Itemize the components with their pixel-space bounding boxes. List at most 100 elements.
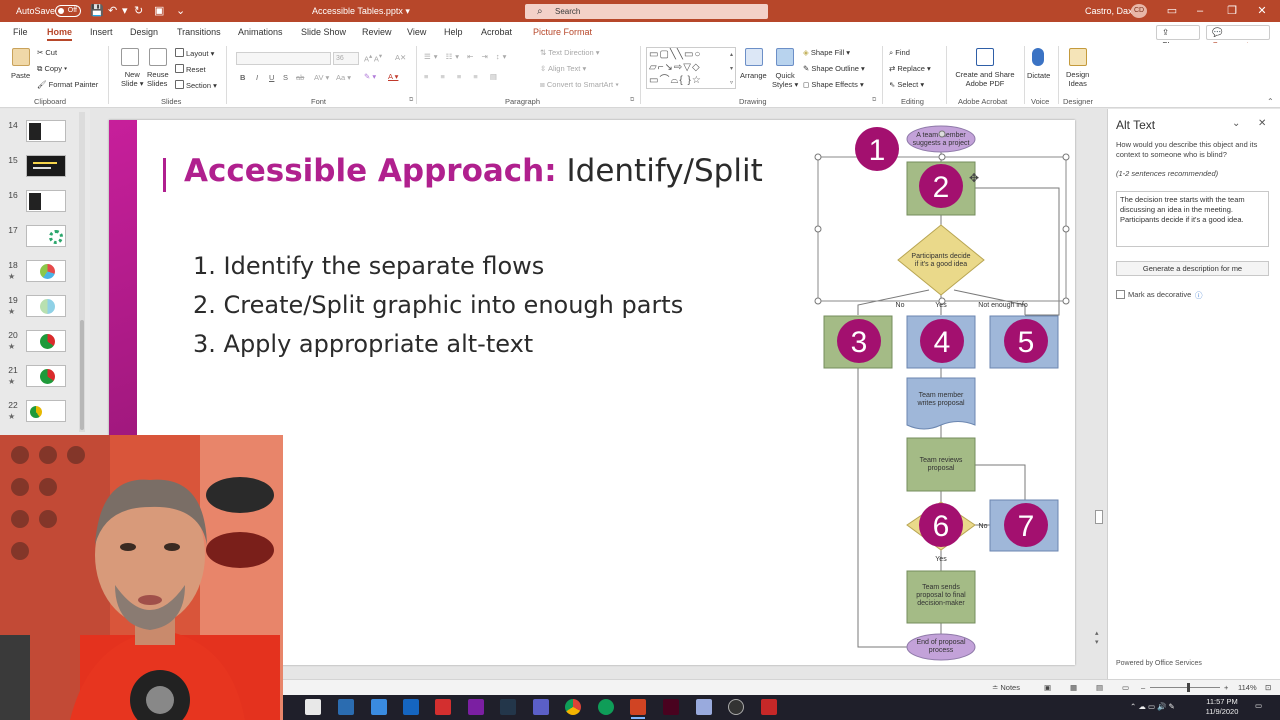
paragraph-dialog-launcher-icon[interactable]: ⧉ (630, 97, 634, 104)
paste-button[interactable]: Paste (11, 71, 30, 80)
paste-icon[interactable] (12, 48, 30, 66)
ribbon-display-icon[interactable]: ▭ (1162, 0, 1182, 22)
redo-icon[interactable]: ↻ (134, 0, 143, 22)
char-spacing-icon[interactable]: AV ▾ (314, 73, 329, 82)
italic-icon[interactable]: I (256, 73, 258, 82)
shadow-icon[interactable]: S (283, 73, 288, 82)
system-tray-icons[interactable]: ⌃ ☁ ▭ 🔊 ✎ (1130, 702, 1175, 711)
alt-text-input[interactable]: The decision tree starts with the team d… (1116, 191, 1269, 247)
recorder-icon[interactable] (761, 699, 777, 715)
arrange-button[interactable]: Arrange (740, 71, 767, 80)
teams-icon[interactable] (533, 699, 549, 715)
tab-insert[interactable]: Insert (90, 22, 113, 43)
align-icons[interactable]: ≡ ≡ ≡ ≡ ▤ (424, 72, 502, 81)
shape-fill-button[interactable]: ◈ Shape Fill ▾ (803, 48, 850, 57)
dictate-button[interactable]: Dictate (1027, 71, 1050, 80)
find-button[interactable]: ⌕ Find (889, 48, 910, 58)
scrollbar-thumb[interactable] (80, 320, 84, 430)
decision-node[interactable] (897, 224, 985, 296)
reset-button[interactable]: Reset (175, 64, 206, 74)
slide-thumbnail[interactable]: 17 (4, 223, 88, 253)
scrollbar-thumb[interactable] (1095, 510, 1103, 524)
app-icon[interactable] (500, 699, 516, 715)
arrange-icon[interactable] (745, 48, 763, 66)
tab-slide-show[interactable]: Slide Show (301, 22, 346, 43)
reuse-slides-icon[interactable] (149, 48, 167, 66)
clear-format-icon[interactable]: A✕ (395, 53, 406, 62)
tab-home[interactable]: Home (47, 22, 73, 43)
minimize-icon[interactable]: – (1190, 0, 1210, 22)
restore-icon[interactable]: ❐ (1222, 0, 1242, 22)
highlight-icon[interactable]: ✎ ▾ (364, 72, 376, 81)
customize-qat-icon[interactable]: ⌄ (176, 0, 185, 22)
obs-icon[interactable] (728, 699, 744, 715)
cut-button[interactable]: ✂ Cut (37, 48, 57, 57)
format-painter-button[interactable]: 🖌 Format Painter (37, 80, 98, 89)
normal-view-icon[interactable]: ▣ (1044, 680, 1051, 696)
reading-view-icon[interactable]: ▤ (1096, 680, 1103, 696)
avatar[interactable]: CD (1131, 4, 1147, 18)
select-button[interactable]: ⇖ Select ▾ (889, 80, 924, 89)
undo-icon[interactable]: ↶ (108, 0, 117, 22)
undo-dropdown-icon[interactable]: ▾ (122, 0, 128, 22)
indesign-icon[interactable] (663, 699, 679, 715)
close-pane-icon[interactable]: ✕ (1258, 118, 1266, 129)
file-explorer-icon[interactable] (305, 699, 321, 715)
notepad-icon[interactable] (696, 699, 712, 715)
azure-icon[interactable] (371, 699, 387, 715)
list-icons[interactable]: ☰▾ ☷▾ ⇤ ⇥ ↕▾ (424, 52, 509, 61)
reuse-slides-button[interactable]: Reuse Slides (147, 70, 169, 88)
comments-button[interactable]: 💬 Comments (1206, 25, 1270, 50)
gallery-scroll-icon[interactable]: ▴ ▾ ▿ (730, 48, 733, 90)
notification-icon[interactable]: ▭ (1255, 701, 1262, 710)
microphone-icon[interactable] (1032, 48, 1044, 66)
slide-thumbnail[interactable]: 15 (4, 153, 88, 183)
new-slide-icon[interactable] (121, 48, 139, 66)
search-box[interactable]: ⌕ Search (525, 4, 768, 19)
shape-effects-button[interactable]: ◻ Shape Effects ▾ (803, 80, 864, 89)
scroll-down-icon[interactable]: ▾ (1095, 638, 1099, 646)
convert-smartart-button[interactable]: ⧈ Convert to SmartArt ▾ (540, 80, 619, 90)
shape-outline-button[interactable]: ✎ Shape Outline ▾ (803, 64, 865, 73)
design-ideas-icon[interactable] (1069, 48, 1087, 66)
slide-thumbnail[interactable]: 20 ★ (4, 328, 88, 358)
workspace-scrollbar[interactable]: ▴ ▾ (1094, 120, 1104, 646)
generate-description-button[interactable]: Generate a description for me (1116, 261, 1269, 276)
drawing-dialog-launcher-icon[interactable]: ⧉ (872, 97, 876, 104)
zoom-out-icon[interactable]: – (1141, 680, 1145, 696)
grow-font-icon[interactable]: A▴ A▾ (364, 53, 382, 64)
copy-button[interactable]: ⧉ Copy ▾ (37, 64, 67, 74)
underline-icon[interactable]: U (269, 73, 274, 82)
font-color-icon[interactable]: A ▾ (388, 72, 398, 81)
powerpoint-taskbar-icon[interactable] (630, 699, 646, 719)
zoom-level[interactable]: 114% (1238, 680, 1257, 696)
create-share-pdf-button[interactable]: Create and Share Adobe PDF (954, 70, 1016, 88)
onenote-icon[interactable] (468, 699, 484, 715)
slideshow-icon[interactable]: ▭ (1122, 680, 1129, 696)
quick-styles-icon[interactable] (776, 48, 794, 66)
mark-decorative-checkbox[interactable] (1116, 290, 1125, 299)
info-icon[interactable]: ⓘ (1195, 290, 1203, 301)
layout-button[interactable]: Layout ▾ (175, 48, 214, 58)
align-text-button[interactable]: ⇳ Align Text ▾ (540, 64, 586, 73)
collapse-ribbon-icon[interactable]: ⌃ (1267, 97, 1274, 106)
pane-options-icon[interactable]: ⌄ (1232, 118, 1240, 129)
font-dialog-launcher-icon[interactable]: ⧉ (409, 97, 413, 104)
zoom-slider-knob[interactable] (1187, 683, 1190, 692)
quick-styles-button[interactable]: Quick Styles ▾ (772, 71, 798, 89)
strikethrough-icon[interactable]: ab (296, 73, 304, 82)
slide-thumbnail[interactable]: 21 ★ (4, 363, 88, 393)
tab-help[interactable]: Help (444, 22, 463, 43)
tab-transitions[interactable]: Transitions (177, 22, 221, 43)
replace-button[interactable]: ⇄ Replace ▾ (889, 64, 931, 73)
acrobat-icon[interactable] (435, 699, 451, 715)
autosave-toggle[interactable]: Off (55, 5, 81, 17)
slide-thumbnail[interactable]: 22 ★ (4, 398, 88, 428)
design-ideas-button[interactable]: Design Ideas (1066, 70, 1089, 88)
adobe-pdf-icon[interactable] (976, 48, 994, 66)
save-icon[interactable]: 💾 (90, 0, 104, 22)
tab-picture-format[interactable]: Picture Format (533, 22, 592, 43)
zoom-slider[interactable] (1150, 683, 1220, 692)
hangouts-icon[interactable] (598, 699, 614, 715)
text-direction-button[interactable]: ⇅ Text Direction ▾ (540, 48, 600, 57)
